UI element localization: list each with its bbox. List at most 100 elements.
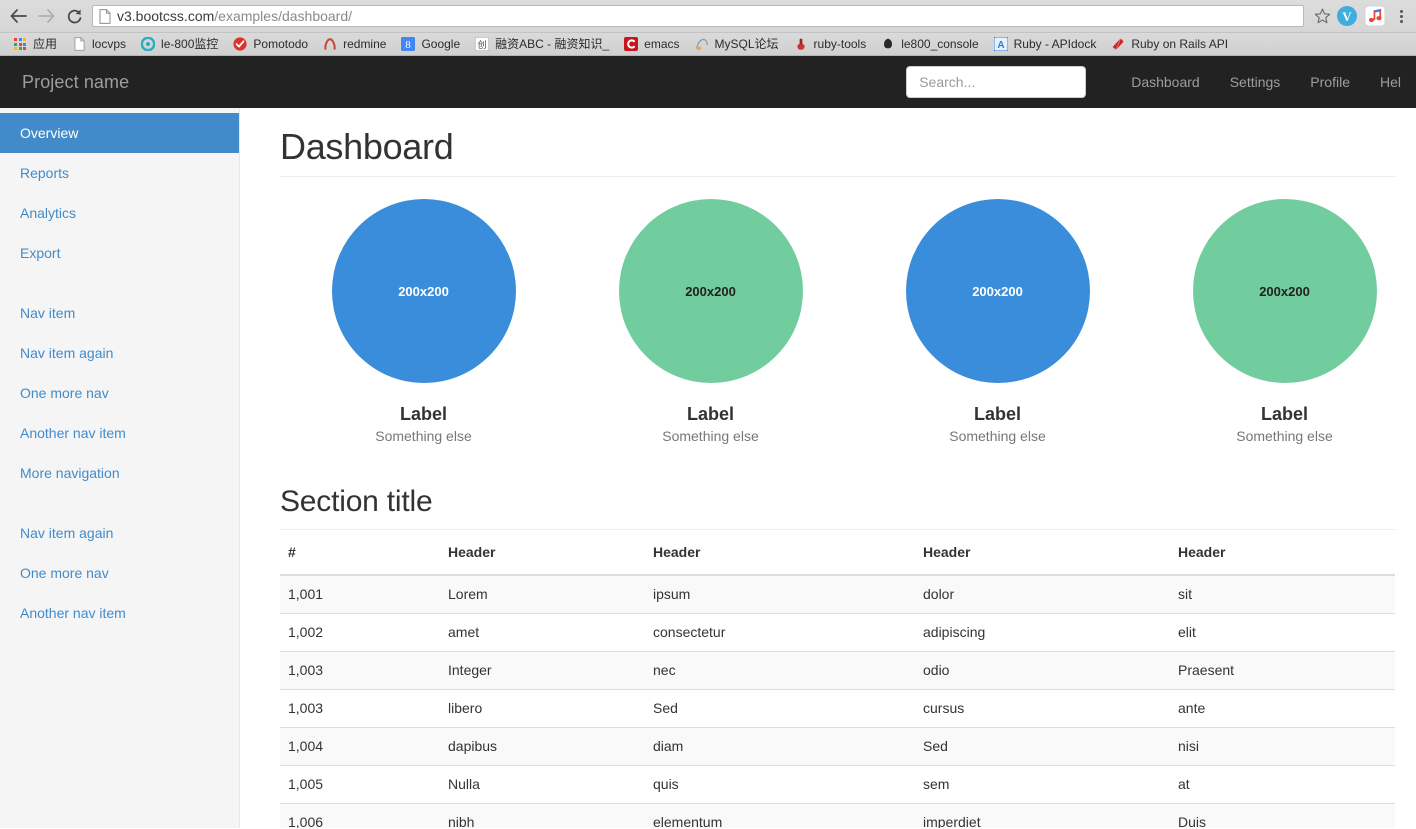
sidebar-item-label: One more nav	[20, 565, 109, 581]
back-arrow-icon[interactable]	[4, 2, 32, 30]
placeholder-size-label: 200x200	[1259, 283, 1310, 299]
placeholder-circle: 200x200	[905, 199, 1090, 383]
svg-text:8: 8	[406, 39, 412, 51]
bookmark-item[interactable]: ruby-tools	[786, 34, 874, 54]
section-title: Section title	[280, 484, 1396, 530]
google-icon: 8	[400, 36, 416, 52]
table-row: 1,006 nibh elementum imperdiet Duis	[280, 803, 1395, 828]
apps-grid-icon	[14, 38, 26, 50]
table-cell: nisi	[1170, 727, 1395, 766]
bookmark-label: ruby-tools	[813, 37, 867, 51]
main-content: Dashboard 200x200 Label Something else 200x…	[240, 108, 1416, 828]
bookmark-item[interactable]: emacs	[616, 34, 686, 54]
sidebar-item-nav-item-again[interactable]: Nav item again	[0, 333, 239, 373]
sidebar-item-label: Nav item	[20, 305, 76, 321]
nav-link-settings[interactable]: Settings	[1215, 56, 1296, 108]
table-head: # Header Header Header Header	[280, 530, 1395, 576]
bookmark-item[interactable]: 应用	[5, 34, 64, 54]
address-bar[interactable]: v3.bootcss.com/examples/dashboard/	[92, 5, 1304, 27]
bookmark-item[interactable]: locvps	[64, 34, 133, 54]
bookmark-item[interactable]: MySQL论坛	[687, 34, 786, 54]
table-cell: libero	[440, 689, 645, 728]
table-column-header: Header	[645, 530, 915, 576]
vimeo-extension-icon[interactable]: V	[1334, 3, 1360, 29]
table-row: 1,001 Lorem ipsum dolor sit	[280, 574, 1395, 614]
browser-chrome: v3.bootcss.com/examples/dashboard/ V 应用 l…	[0, 0, 1416, 56]
bookmark-label: 应用	[33, 37, 58, 51]
sidebar-item-more-navigation[interactable]: More navigation	[0, 453, 239, 493]
placeholder-card: 200x200 Label Something else	[567, 199, 854, 446]
table-cell: 1,004	[280, 727, 440, 766]
brand-title[interactable]: Project name	[22, 56, 129, 108]
sidebar-item-label: Another nav item	[20, 605, 126, 621]
sidebar-item-one-more-nav[interactable]: One more nav	[0, 373, 239, 413]
table-cell: dolor	[915, 574, 1170, 614]
table-cell: Sed	[915, 727, 1170, 766]
bookmark-label: Google	[421, 37, 461, 51]
table-row: 1,003 libero Sed cursus ante	[280, 689, 1395, 728]
table-cell: Praesent	[1170, 651, 1395, 690]
placeholder-subtitle: Something else	[949, 428, 1046, 444]
bookmark-item[interactable]: 8 Google	[393, 34, 467, 54]
page-title: Dashboard	[280, 108, 1396, 177]
table-row: 1,002 amet consectetur adipiscing elit	[280, 613, 1395, 652]
table-cell: 1,006	[280, 803, 440, 828]
browser-toolbar: v3.bootcss.com/examples/dashboard/ V	[0, 0, 1416, 32]
sidebar-item-analytics[interactable]: Analytics	[0, 193, 239, 233]
placeholder-card: 200x200 Label Something else	[854, 199, 1141, 446]
sidebar-item-label: Export	[20, 245, 61, 261]
sidebar-item-label: Nav item again	[20, 525, 114, 541]
sidebar-item-reports[interactable]: Reports	[0, 153, 239, 193]
table-cell: Sed	[645, 689, 915, 728]
sidebar-item-export[interactable]: Export	[0, 233, 239, 273]
console-icon	[880, 36, 896, 52]
sidebar-item-another-nav-item[interactable]: Another nav item	[0, 413, 239, 453]
table-header-row: # Header Header Header Header	[280, 530, 1395, 576]
browser-menu-icon[interactable]	[1390, 2, 1412, 30]
ruby-gem-icon	[793, 36, 809, 52]
music-extension-icon[interactable]	[1362, 3, 1388, 29]
sidebar-item-nav-item[interactable]: Nav item	[0, 293, 239, 333]
sidebar-item-nav-item-again[interactable]: Nav item again	[0, 513, 239, 553]
reload-icon[interactable]	[60, 2, 88, 30]
sidebar-group-tertiary: Nav item again One more nav Another nav it…	[0, 513, 239, 633]
sidebar-item-label: Another nav item	[20, 425, 126, 441]
nav-link-profile[interactable]: Profile	[1295, 56, 1365, 108]
table-cell: quis	[645, 765, 915, 804]
sidebar-item-one-more-nav[interactable]: One more nav	[0, 553, 239, 593]
nav-link-dashboard[interactable]: Dashboard	[1116, 56, 1215, 108]
table-cell: 1,005	[280, 765, 440, 804]
table-cell: nec	[645, 651, 915, 690]
bookmark-item[interactable]: Ruby on Rails API	[1103, 34, 1235, 54]
placeholder-subtitle: Something else	[662, 428, 759, 444]
page-icon	[71, 36, 87, 52]
table-cell: at	[1170, 765, 1395, 804]
sidebar-item-label: More navigation	[20, 465, 120, 481]
sidebar-item-label: Reports	[20, 165, 70, 181]
bookmark-label: le-800监控	[161, 37, 219, 51]
bookmark-star-icon[interactable]	[1310, 4, 1334, 28]
bookmark-item[interactable]: le800_console	[873, 34, 985, 54]
bookmark-label: locvps	[92, 37, 127, 51]
sidebar-item-another-nav-item[interactable]: Another nav item	[0, 593, 239, 633]
table-column-header: Header	[440, 530, 645, 576]
bookmark-item[interactable]: le-800监控	[133, 34, 225, 54]
nav-link-help[interactable]: Hel	[1365, 56, 1416, 108]
table-row: 1,003 Integer nec odio Praesent	[280, 651, 1395, 690]
table-cell: 1,003	[280, 651, 440, 690]
bookmark-item[interactable]: 创融资ABC - 融资知识_	[467, 34, 616, 54]
search-input[interactable]	[906, 66, 1087, 98]
bookmark-item[interactable]: redmine	[315, 34, 393, 54]
sidebar-item-overview[interactable]: Overview	[0, 113, 239, 153]
bookmark-item[interactable]: A Ruby - APIdock	[986, 34, 1104, 54]
bookmark-item[interactable]: Pomotodo	[225, 34, 315, 54]
table-cell: Nulla	[440, 765, 645, 804]
sidebar-item-label: Analytics	[20, 205, 77, 221]
placeholder-subtitle: Something else	[375, 428, 472, 444]
forward-arrow-icon[interactable]	[32, 2, 60, 30]
sidebar-divider-2	[0, 493, 239, 513]
sidebar-group-secondary: Nav item Nav item again One more nav Anothe…	[0, 293, 239, 493]
table-cell: ipsum	[645, 574, 915, 614]
placeholder-row: 200x200 Label Something else 200x200 Label So…	[280, 199, 1396, 446]
table-cell: sit	[1170, 574, 1395, 614]
